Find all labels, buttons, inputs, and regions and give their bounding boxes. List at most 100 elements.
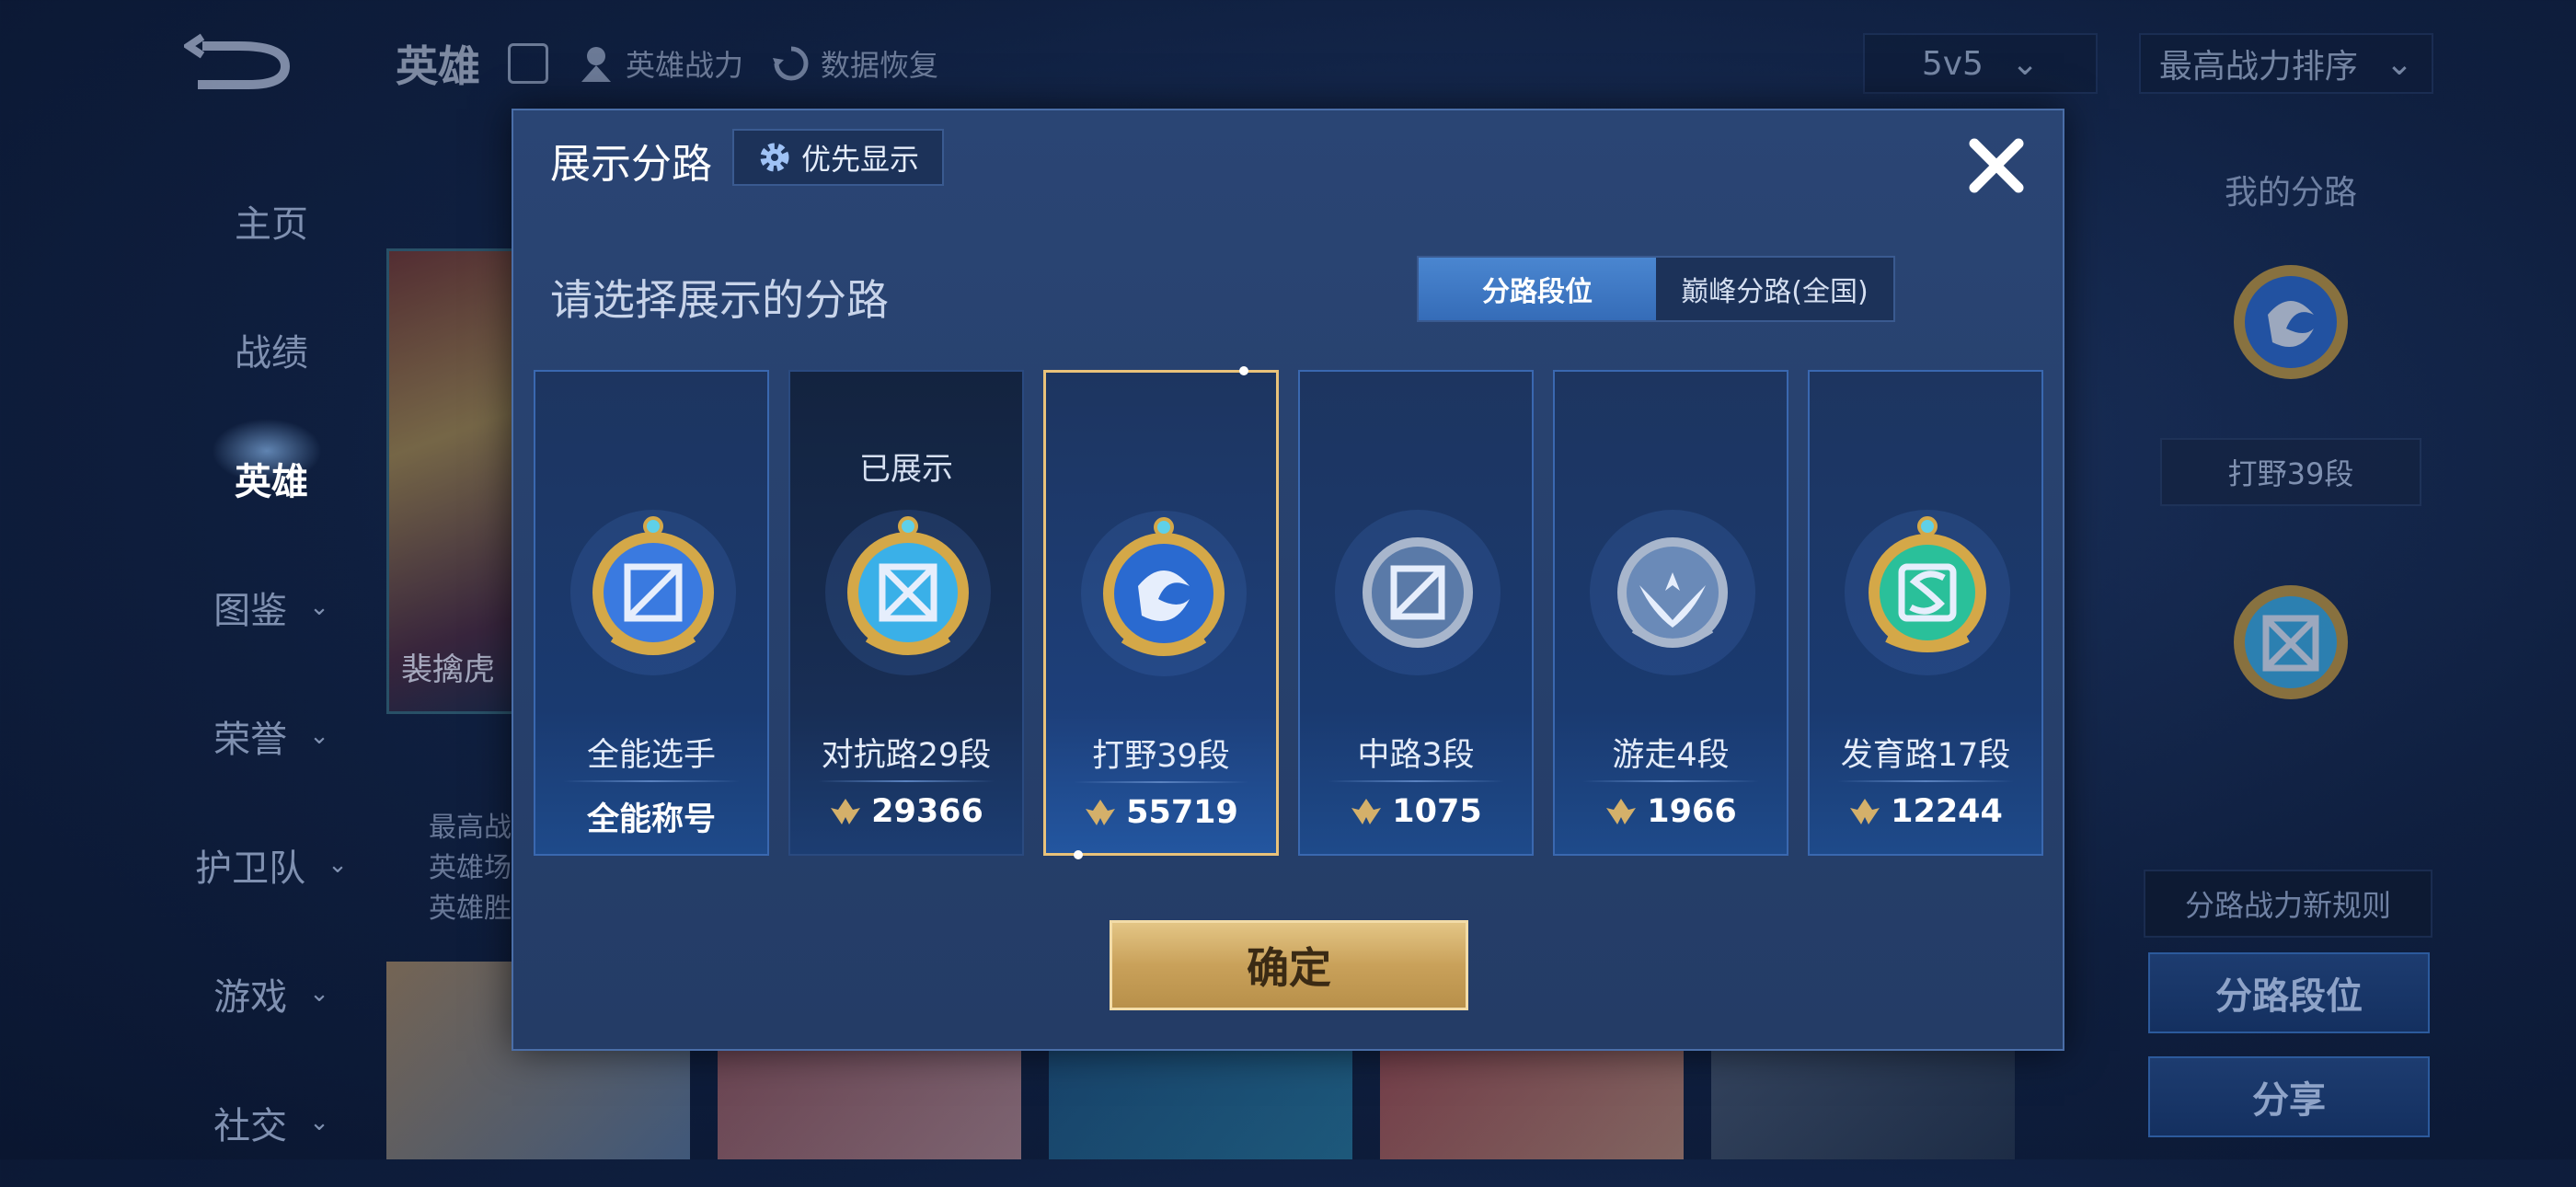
selection-corner-dot bbox=[1239, 366, 1248, 375]
lane-card-all-round[interactable]: 全能选手 全能称号 bbox=[534, 370, 769, 856]
sidebar-item-home[interactable]: 主页 bbox=[175, 156, 368, 285]
tab-lane-rank[interactable]: 分路段位 bbox=[1419, 258, 1656, 320]
sidebar-item-label: 荣誉 bbox=[213, 719, 288, 761]
lane-card-value-text: 1075 bbox=[1392, 793, 1482, 830]
sidebar-item-heroes[interactable]: 英雄 bbox=[175, 414, 368, 543]
hero-stat-line: 英雄场 bbox=[429, 852, 512, 884]
lane-rule-link[interactable]: 分路战力新规则 bbox=[2144, 870, 2432, 938]
mode-select[interactable]: 5v5 ⌄ bbox=[1863, 33, 2098, 94]
data-restore-link[interactable]: 数据恢复 bbox=[771, 42, 938, 85]
restore-icon bbox=[773, 46, 809, 81]
page-title: 英雄 bbox=[396, 41, 480, 91]
lane-card-name: 打野39段 bbox=[1092, 738, 1230, 775]
all-round-badge-icon bbox=[570, 510, 736, 675]
sidebar-item-guard[interactable]: 护卫队 ⌄ bbox=[175, 801, 368, 929]
lane-card-value: 12244 bbox=[1810, 793, 2041, 830]
roam-badge-icon bbox=[1590, 510, 1755, 675]
list-icon[interactable] bbox=[508, 43, 548, 84]
tab-peak-lane-national[interactable]: 巅峰分路(全国) bbox=[1656, 258, 1893, 320]
data-restore-label: 数据恢复 bbox=[821, 48, 939, 83]
shown-status-label: 已展示 bbox=[859, 451, 953, 488]
chevron-down-icon: ⌄ bbox=[309, 980, 329, 1008]
lane-card-farm[interactable]: 发育路17段 12244 bbox=[1808, 370, 2043, 856]
mid-lane-badge-icon bbox=[1335, 510, 1501, 675]
chevron-down-icon: ⌄ bbox=[309, 1109, 329, 1136]
lane-card-value-text: 12244 bbox=[1891, 793, 2003, 830]
hero-power-link[interactable]: 英雄战力 bbox=[576, 42, 743, 85]
power-icon bbox=[1850, 799, 1880, 824]
lane-card-name: 发育路17段 bbox=[1840, 737, 2011, 774]
my-lane-panel: 我的分路 打野39段 bbox=[2144, 166, 2438, 721]
lane-card-value: 1966 bbox=[1555, 793, 1787, 830]
header-bar: 英雄 英雄战力 数据恢复 bbox=[396, 33, 938, 94]
confirm-button[interactable]: 确定 bbox=[1110, 920, 1468, 1010]
jungle-badge-icon bbox=[2234, 265, 2348, 379]
lane-display-dialog: 展示分路 优先显示 请选择展示的分路 分路段位 巅峰分路(全国) 全能选手 全能… bbox=[512, 109, 2064, 1051]
lane-card-value: 29366 bbox=[790, 793, 1022, 830]
dialog-title: 展示分路 bbox=[550, 141, 712, 188]
lane-card-value: 1075 bbox=[1300, 793, 1532, 830]
share-button[interactable]: 分享 bbox=[2148, 1056, 2430, 1137]
farm-lane-badge-icon bbox=[1845, 510, 2010, 675]
lane-card-value: 55719 bbox=[1046, 794, 1276, 831]
lane-card-value-text: 1966 bbox=[1647, 793, 1737, 830]
hero-name: 裴擒虎 bbox=[401, 651, 495, 688]
clash-lane-badge-icon bbox=[825, 510, 991, 675]
lane-card-name: 游走4段 bbox=[1612, 737, 1730, 774]
priority-display-label: 优先显示 bbox=[800, 142, 919, 177]
lane-card-roam[interactable]: 游走4段 1966 bbox=[1553, 370, 1788, 856]
priority-display-button[interactable]: 优先显示 bbox=[732, 129, 944, 186]
sidebar-item-records[interactable]: 战绩 bbox=[175, 285, 368, 414]
lane-card-list: 全能选手 全能称号 已展示 对抗路29段 29366 打野39段 55719 中… bbox=[534, 366, 2043, 859]
power-icon bbox=[1086, 800, 1116, 825]
clash-lane-badge-icon bbox=[2234, 585, 2348, 699]
power-icon bbox=[831, 799, 861, 824]
card-divider bbox=[563, 780, 740, 782]
mode-select-value: 5v5 bbox=[1921, 44, 1984, 83]
sidebar-item-codex[interactable]: 图鉴 ⌄ bbox=[175, 543, 368, 672]
sort-select[interactable]: 最高战力排序 ⌄ bbox=[2139, 33, 2433, 94]
lane-card-clash[interactable]: 已展示 对抗路29段 29366 bbox=[788, 370, 1024, 856]
close-icon bbox=[1969, 138, 2024, 193]
jungle-badge-icon bbox=[1081, 511, 1247, 676]
lane-card-jungle[interactable]: 打野39段 55719 bbox=[1043, 366, 1279, 859]
card-divider bbox=[818, 780, 995, 782]
chevron-down-icon: ⌄ bbox=[309, 594, 329, 621]
sidebar-item-label: 图鉴 bbox=[213, 590, 288, 632]
sidebar-item-label: 战绩 bbox=[235, 332, 308, 375]
my-lane-title: 我的分路 bbox=[2224, 174, 2357, 212]
back-icon[interactable] bbox=[184, 28, 304, 92]
lane-card-value-text: 29366 bbox=[871, 793, 983, 830]
sidebar-item-social[interactable]: 社交 ⌄ bbox=[175, 1058, 368, 1187]
card-divider bbox=[1328, 780, 1504, 782]
hero-power-label: 英雄战力 bbox=[626, 48, 744, 83]
chevron-down-icon: ⌄ bbox=[2010, 44, 2040, 83]
card-divider bbox=[1074, 781, 1248, 783]
sidebar-item-games[interactable]: 游戏 ⌄ bbox=[175, 929, 368, 1058]
sidebar-item-label: 英雄 bbox=[235, 461, 308, 503]
lane-card-name: 对抗路29段 bbox=[821, 737, 992, 774]
hero-stat-line: 最高战 bbox=[429, 812, 512, 844]
card-divider bbox=[1582, 780, 1759, 782]
sort-select-value: 最高战力排序 bbox=[2158, 48, 2358, 86]
lane-card-value-text: 全能称号 bbox=[586, 801, 716, 838]
lane-card-name: 中路3段 bbox=[1357, 737, 1475, 774]
sidebar-item-label: 游戏 bbox=[213, 976, 288, 1019]
lane-rank-button[interactable]: 分路段位 bbox=[2148, 952, 2430, 1033]
card-divider bbox=[1837, 780, 2014, 782]
warrior-icon bbox=[581, 47, 611, 82]
lane-card-name: 全能选手 bbox=[586, 737, 716, 774]
hero-stat-line: 英雄胜 bbox=[429, 893, 512, 925]
lane-card-value-text: 55719 bbox=[1126, 794, 1238, 831]
power-icon bbox=[1351, 799, 1382, 824]
selection-corner-dot bbox=[1074, 850, 1083, 859]
close-button[interactable] bbox=[1958, 127, 2035, 204]
lane-card-value: 全能称号 bbox=[535, 793, 767, 840]
sidebar-item-label: 护卫队 bbox=[195, 847, 306, 890]
chevron-down-icon: ⌄ bbox=[309, 722, 329, 750]
sidebar-item-honor[interactable]: 荣誉 ⌄ bbox=[175, 672, 368, 801]
lane-card-mid[interactable]: 中路3段 1075 bbox=[1298, 370, 1534, 856]
hero-stats: 最高战 英雄场 英雄胜 bbox=[429, 808, 512, 929]
lane-type-toggle: 分路段位 巅峰分路(全国) bbox=[1417, 256, 1895, 322]
dialog-subtitle: 请选择展示的分路 bbox=[550, 275, 889, 325]
